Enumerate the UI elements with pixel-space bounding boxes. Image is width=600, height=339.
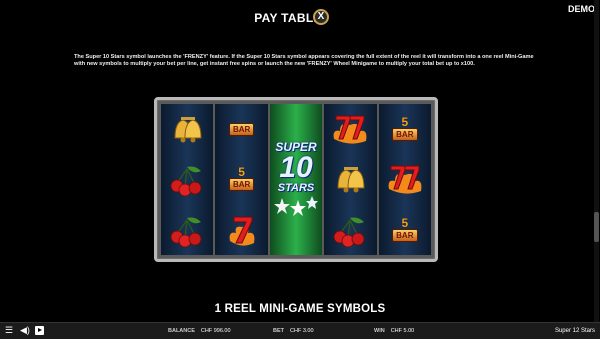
bar-label: BAR <box>228 178 255 192</box>
bar-label: BAR <box>392 228 418 242</box>
five-label: 5 <box>238 165 245 180</box>
cherries-icon <box>170 166 202 197</box>
bar-symbol: BAR <box>220 109 264 149</box>
bell-icon <box>337 167 365 193</box>
close-button[interactable]: X <box>313 9 329 25</box>
reels-area: BAR 5 BAR SUPER 10 STARS 5 BAR 5 BAR <box>161 104 432 255</box>
scrollbar-thumb[interactable] <box>594 212 599 242</box>
bell-symbol <box>328 159 372 199</box>
double-seven-icon <box>388 165 422 195</box>
pay-table-title: PAY TABLE <box>0 11 600 25</box>
balance-label: BALANCE <box>168 328 195 334</box>
bar-label: BAR <box>392 128 418 142</box>
feature-description: The Super 10 Stars symbol launches the '… <box>74 54 534 68</box>
bell-icon <box>174 117 202 143</box>
wild-line-3: STARS <box>277 181 315 194</box>
bottom-bar: ☰ ◀) BALANCE CHF 996.00 BET CHF 3.00 WIN CH… <box>0 322 600 339</box>
reel-4 <box>324 104 377 255</box>
five-bar-symbol: 5 BAR <box>383 109 427 149</box>
bet-label: BET <box>273 328 284 334</box>
five-bar-symbol: 5 BAR <box>220 159 264 199</box>
double-seven-icon <box>334 115 367 144</box>
bell-symbol <box>165 109 209 149</box>
five-label: 5 <box>401 115 409 130</box>
reel-3-super-10-stars: SUPER 10 STARS <box>269 104 323 255</box>
cherries-symbol <box>328 210 372 250</box>
scrollbar-track[interactable] <box>594 0 599 322</box>
game-name: Super 12 Stars <box>554 328 595 334</box>
seven-flame-symbol <box>383 159 427 199</box>
seven-flame-icon <box>229 216 255 246</box>
pay-table-title-text: PAY TABLE <box>254 11 322 25</box>
seven-symbol <box>220 210 264 250</box>
reel-frame: BAR 5 BAR SUPER 10 STARS 5 BAR 5 BAR <box>154 97 438 262</box>
win-label: WIN <box>374 328 385 334</box>
demo-badge: DEMO <box>568 4 595 14</box>
five-bar-symbol: 5 BAR <box>383 210 427 250</box>
balance-display: BALANCE CHF 996.00 <box>168 328 231 334</box>
sound-icon[interactable]: ◀) <box>20 326 30 335</box>
cherries-symbol <box>165 159 209 199</box>
section-subtitle: 1 REEL MINI-GAME SYMBOLS <box>214 303 386 315</box>
reel-1 <box>161 104 214 255</box>
balance-value: CHF 996.00 <box>200 328 231 334</box>
seven-flame-symbol <box>328 109 372 149</box>
play-icon[interactable] <box>35 326 44 335</box>
wild-line-2: 10 <box>279 150 313 184</box>
win-display: WIN CHF 5.00 <box>374 328 414 334</box>
close-icon: X <box>317 11 325 22</box>
win-value: CHF 5.00 <box>390 328 415 334</box>
super-10-stars-symbol: SUPER 10 STARS <box>275 140 316 194</box>
reel-5: 5 BAR 5 BAR <box>378 104 432 255</box>
cherries-icon <box>170 217 202 248</box>
bet-display: BET CHF 3.00 <box>273 328 314 334</box>
menu-icon[interactable]: ☰ <box>5 326 14 335</box>
five-label: 5 <box>401 215 409 230</box>
cherries-icon <box>334 217 365 248</box>
cherries-symbol <box>165 210 209 250</box>
bar-label: BAR <box>228 122 255 136</box>
stars-icon <box>274 195 319 216</box>
bet-value: CHF 3.00 <box>290 328 314 334</box>
reel-2: BAR 5 BAR <box>215 104 268 255</box>
